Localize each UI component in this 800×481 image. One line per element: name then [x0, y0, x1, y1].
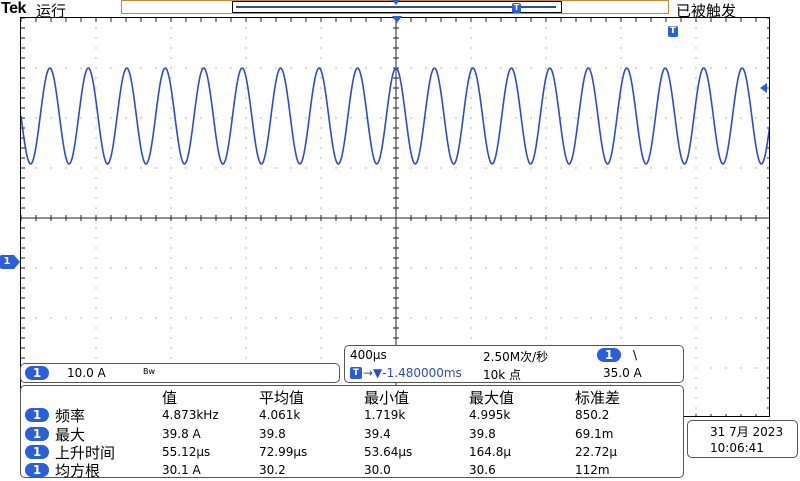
measurement-max: 30.6: [469, 463, 496, 477]
ch1-marker-arrow-icon: [14, 255, 20, 269]
measurement-min: 39.4: [364, 427, 391, 441]
record-length: 10k 点: [483, 368, 522, 382]
sample-rate: 2.50M次/秒: [483, 350, 549, 364]
ch1-scale: 10.0 A: [67, 366, 106, 380]
trigger-time-marker-icon[interactable]: [392, 16, 402, 23]
measurement-value: 39.8 A: [162, 427, 201, 441]
column-header: 标准差: [575, 389, 621, 407]
measurement-stddev: 112m: [575, 463, 610, 477]
measurement-stddev: 22.72μ: [575, 445, 617, 459]
measurement-label: 均方根: [55, 462, 101, 480]
trigger-indicator-icon: T: [668, 26, 678, 37]
column-header: 最小值: [364, 389, 410, 407]
trigger-position-icon: T: [512, 3, 521, 13]
trigger-source-badge: 1: [597, 348, 621, 362]
measurement-stddev: 69.1m: [575, 427, 614, 441]
horizontal-position: →▼-1.480000ms: [363, 366, 462, 380]
time-per-div: 400μs: [350, 348, 387, 362]
trigger-level-marker-icon[interactable]: [760, 83, 767, 93]
ch1-badge: 1: [25, 463, 49, 477]
datetime-panel: 31 7月 2023 10:06:41: [687, 420, 798, 458]
measurement-mean: 39.8: [259, 427, 286, 441]
column-header: 值: [162, 389, 178, 407]
timebase-panel[interactable]: 400μs 2.50M次/秒 1 \ T →▼-1.480000ms 10k 点…: [344, 345, 684, 383]
trigger-badge-icon: T: [350, 367, 362, 379]
time-readout: 10:06:41: [710, 441, 764, 455]
measurement-value: 4.873kHz: [162, 408, 219, 422]
bandwidth-limit-indicator: Bw: [143, 367, 156, 376]
measurement-mean: 4.061k: [259, 408, 301, 422]
brand-logo: Tek: [1, 0, 26, 17]
measurement-min: 1.719k: [364, 408, 406, 422]
date-readout: 31 7月 2023: [710, 425, 784, 439]
ch1-badge: 1: [25, 408, 49, 422]
measurement-max: 39.8: [469, 427, 496, 441]
measurement-label: 频率: [55, 407, 86, 425]
nav-center-arrow-icon: [392, 0, 400, 5]
ch1-ground-marker-icon[interactable]: 1: [0, 255, 14, 269]
record-view-bar: [236, 6, 556, 8]
ch1-badge: 1: [25, 445, 49, 459]
measurement-value: 55.12μs: [162, 445, 211, 459]
measurement-mean: 30.2: [259, 463, 286, 477]
column-header: 最大值: [469, 389, 515, 407]
ch1-badge: 1: [25, 366, 49, 380]
measurement-min: 53.64μs: [364, 445, 413, 459]
measurement-table[interactable]: 值 平均值 最小值 最大值 标准差 1 频率 4.873kHz 4.061k 1…: [20, 385, 684, 480]
measurement-value: 30.1 A: [162, 463, 201, 477]
measurement-max: 164.8μ: [469, 445, 511, 459]
trigger-level: 35.0 A: [603, 366, 642, 380]
trigger-slope-icon: \: [633, 348, 638, 362]
column-header: 平均值: [259, 389, 305, 407]
channel-scale-panel[interactable]: 1 10.0 A Bw: [20, 363, 340, 383]
ch1-badge: 1: [25, 427, 49, 441]
measurement-mean: 72.99μs: [259, 445, 308, 459]
measurement-max: 4.995k: [469, 408, 511, 422]
measurement-min: 30.0: [364, 463, 391, 477]
measurement-stddev: 850.2: [575, 408, 610, 422]
